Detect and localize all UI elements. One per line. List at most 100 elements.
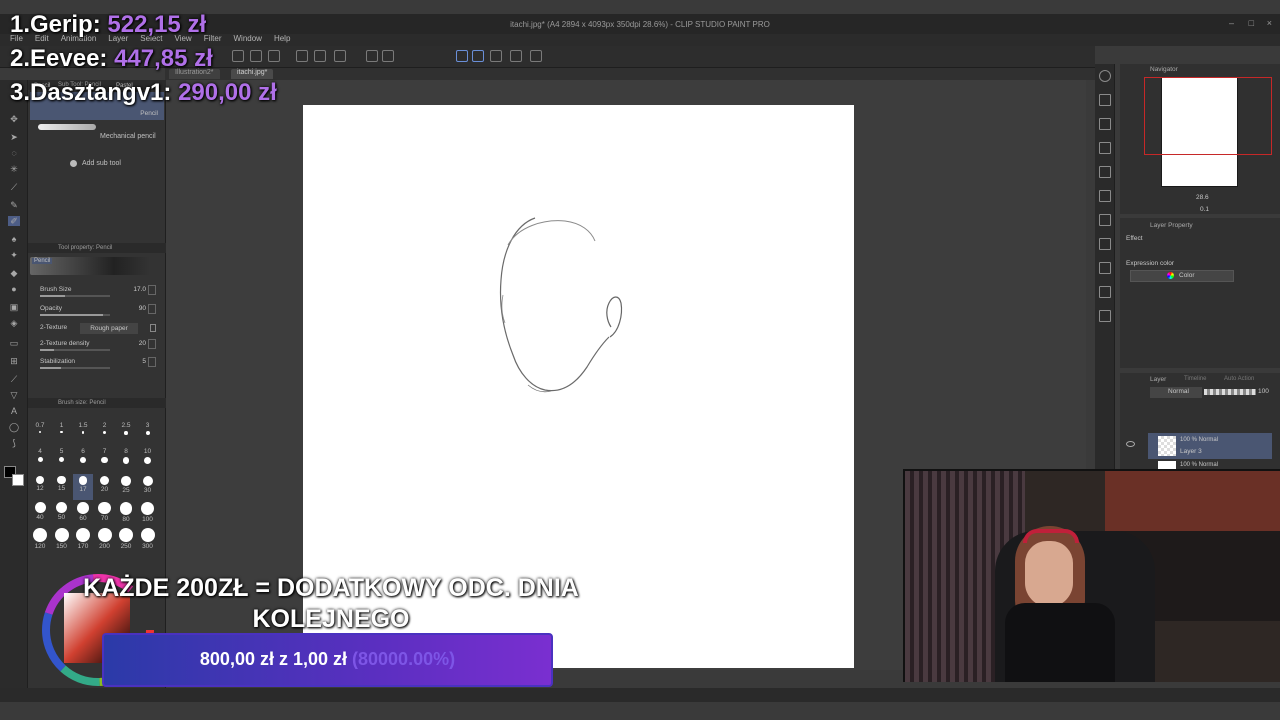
brush-size-option[interactable]: 25 [116, 474, 136, 500]
brush-size-option[interactable]: 3 [138, 422, 158, 448]
sub-tool-item-mechanical-pencil[interactable]: Mechanical pencil [100, 133, 156, 140]
brush-size-option[interactable]: 0.7 [30, 422, 50, 448]
snap-special-icon[interactable] [490, 50, 502, 62]
fill-icon[interactable] [366, 50, 378, 62]
brush-size-option[interactable]: 300 [138, 526, 158, 552]
history-icon[interactable] [1099, 190, 1111, 202]
new-file-icon[interactable] [232, 50, 244, 62]
blend-mode-select[interactable]: Normal [1150, 387, 1202, 398]
blend-tool-icon[interactable]: ● [8, 284, 20, 294]
eyedropper-icon[interactable]: ⟋ [8, 182, 20, 192]
stabilization-spinner[interactable] [148, 357, 156, 367]
layer-opacity-value[interactable]: 100 [1258, 388, 1269, 395]
redo-icon[interactable] [314, 50, 326, 62]
brush-size-option[interactable]: 170 [73, 526, 93, 552]
sub-view-icon[interactable] [1099, 214, 1111, 226]
move-tool-icon[interactable]: ✥ [8, 114, 20, 124]
navigator-view-frame[interactable] [1144, 77, 1272, 155]
auto-action-icon[interactable] [1099, 286, 1111, 298]
trash-icon[interactable] [150, 324, 156, 332]
brush-size-option[interactable]: 150 [52, 526, 72, 552]
close-button[interactable]: × [1267, 18, 1272, 28]
texture-density-spinner[interactable] [148, 339, 156, 349]
open-file-icon[interactable] [250, 50, 262, 62]
texture-density-bar[interactable] [40, 349, 54, 351]
brush-size-option[interactable]: 7 [95, 448, 115, 474]
brush-size-option[interactable]: 120 [30, 526, 50, 552]
brush-size-option[interactable]: 17 [73, 474, 93, 500]
navigator-rotation-value[interactable]: 0.1 [1200, 206, 1209, 213]
brush-size-option[interactable]: 20 [95, 474, 115, 500]
panel-x-icon[interactable] [1099, 142, 1111, 154]
brush-size-option[interactable]: 4 [30, 448, 50, 474]
zoom-icon[interactable] [1099, 70, 1111, 82]
color-set-icon[interactable] [1099, 310, 1111, 322]
brush-size-option[interactable]: 60 [73, 500, 93, 526]
stabilization-bar[interactable] [40, 367, 61, 369]
brush-size-option[interactable]: 40 [30, 500, 50, 526]
texture-value[interactable]: Rough paper [80, 323, 138, 334]
prop-texture[interactable]: 2-Texture Rough paper [28, 322, 166, 338]
line-tool-icon[interactable]: ▽ [8, 390, 20, 400]
expression-color-select[interactable]: Color [1130, 270, 1234, 282]
balloon-tool-icon[interactable]: ◯ [8, 422, 20, 432]
brush-size-bar[interactable] [40, 295, 65, 297]
brush-size-option[interactable]: 1.5 [73, 422, 93, 448]
menu-help[interactable]: Help [274, 34, 290, 46]
text-tool-icon[interactable]: A [8, 406, 20, 416]
brush-size-option[interactable]: 5 [52, 448, 72, 474]
sub-color-swatch[interactable] [12, 474, 24, 486]
clear-icon[interactable] [334, 50, 346, 62]
tab-itachi[interactable]: itachi.jpg* [231, 69, 274, 79]
item-bank-icon[interactable] [1099, 238, 1111, 250]
maximize-button[interactable]: □ [1249, 18, 1254, 28]
prop-texture-density[interactable]: 2-Texture density 20 [28, 338, 166, 354]
opacity-value[interactable]: 90 [139, 305, 146, 312]
brush-size-option[interactable]: 250 [116, 526, 136, 552]
layer-opacity-slider[interactable] [1204, 389, 1256, 395]
brush-size-option[interactable]: 200 [95, 526, 115, 552]
opacity-spinner[interactable] [148, 304, 156, 314]
settings-icon[interactable] [510, 50, 522, 62]
info-icon[interactable] [1099, 262, 1111, 274]
layer-search-icon[interactable] [1099, 166, 1111, 178]
transform-icon[interactable] [382, 50, 394, 62]
correct-line-icon[interactable]: ⟆ [8, 438, 20, 448]
save-icon[interactable] [268, 50, 280, 62]
navigator-zoom-value[interactable]: 28.6 [1196, 194, 1209, 201]
add-sub-tool-button[interactable]: Add sub tool [82, 160, 121, 167]
eraser-icon[interactable]: ◆ [8, 268, 20, 278]
material-icon[interactable] [1099, 118, 1111, 130]
brush-tool-icon[interactable]: ♠ [8, 234, 20, 244]
layer-tab-timeline[interactable]: Timeline [1184, 376, 1206, 382]
panel-close-icon[interactable] [1099, 94, 1111, 106]
operation-tool-icon[interactable]: ➤ [8, 132, 20, 142]
prop-brush-size[interactable]: Brush Size 17.0 [28, 284, 166, 300]
layer-tab-auto-action[interactable]: Auto Action [1224, 376, 1254, 382]
pencil-tool-icon[interactable]: ✐ [8, 216, 20, 226]
menu-window[interactable]: Window [234, 34, 262, 46]
brush-size-value[interactable]: 17.0 [133, 286, 146, 293]
frame-tool-icon[interactable]: ⊞ [8, 356, 20, 366]
snap-ruler-icon[interactable] [456, 50, 468, 62]
undo-icon[interactable] [296, 50, 308, 62]
eye-icon[interactable] [1126, 441, 1135, 447]
brush-size-option[interactable]: 1 [52, 422, 72, 448]
minimize-button[interactable]: – [1229, 18, 1234, 28]
opacity-bar[interactable] [40, 314, 103, 316]
lasso-tool-icon[interactable]: ◌ [8, 148, 20, 158]
brush-size-spinner[interactable] [148, 285, 156, 295]
pen-tool-icon[interactable]: ✎ [8, 200, 20, 210]
brush-size-option[interactable]: 30 [138, 474, 158, 500]
brush-size-option[interactable]: 10 [138, 448, 158, 474]
airbrush-icon[interactable]: ✦ [8, 250, 20, 260]
brush-size-option[interactable]: 80 [116, 500, 136, 526]
brush-size-option[interactable]: 15 [52, 474, 72, 500]
brush-size-option[interactable]: 50 [52, 500, 72, 526]
texture-density-value[interactable]: 20 [139, 340, 146, 347]
brush-size-option[interactable]: 2 [95, 422, 115, 448]
snap-grid-icon[interactable] [472, 50, 484, 62]
ruler-tool-icon[interactable]: ⟋ [8, 374, 20, 384]
prop-stabilization[interactable]: Stabilization 5 [28, 356, 166, 372]
brush-size-option[interactable]: 8 [116, 448, 136, 474]
